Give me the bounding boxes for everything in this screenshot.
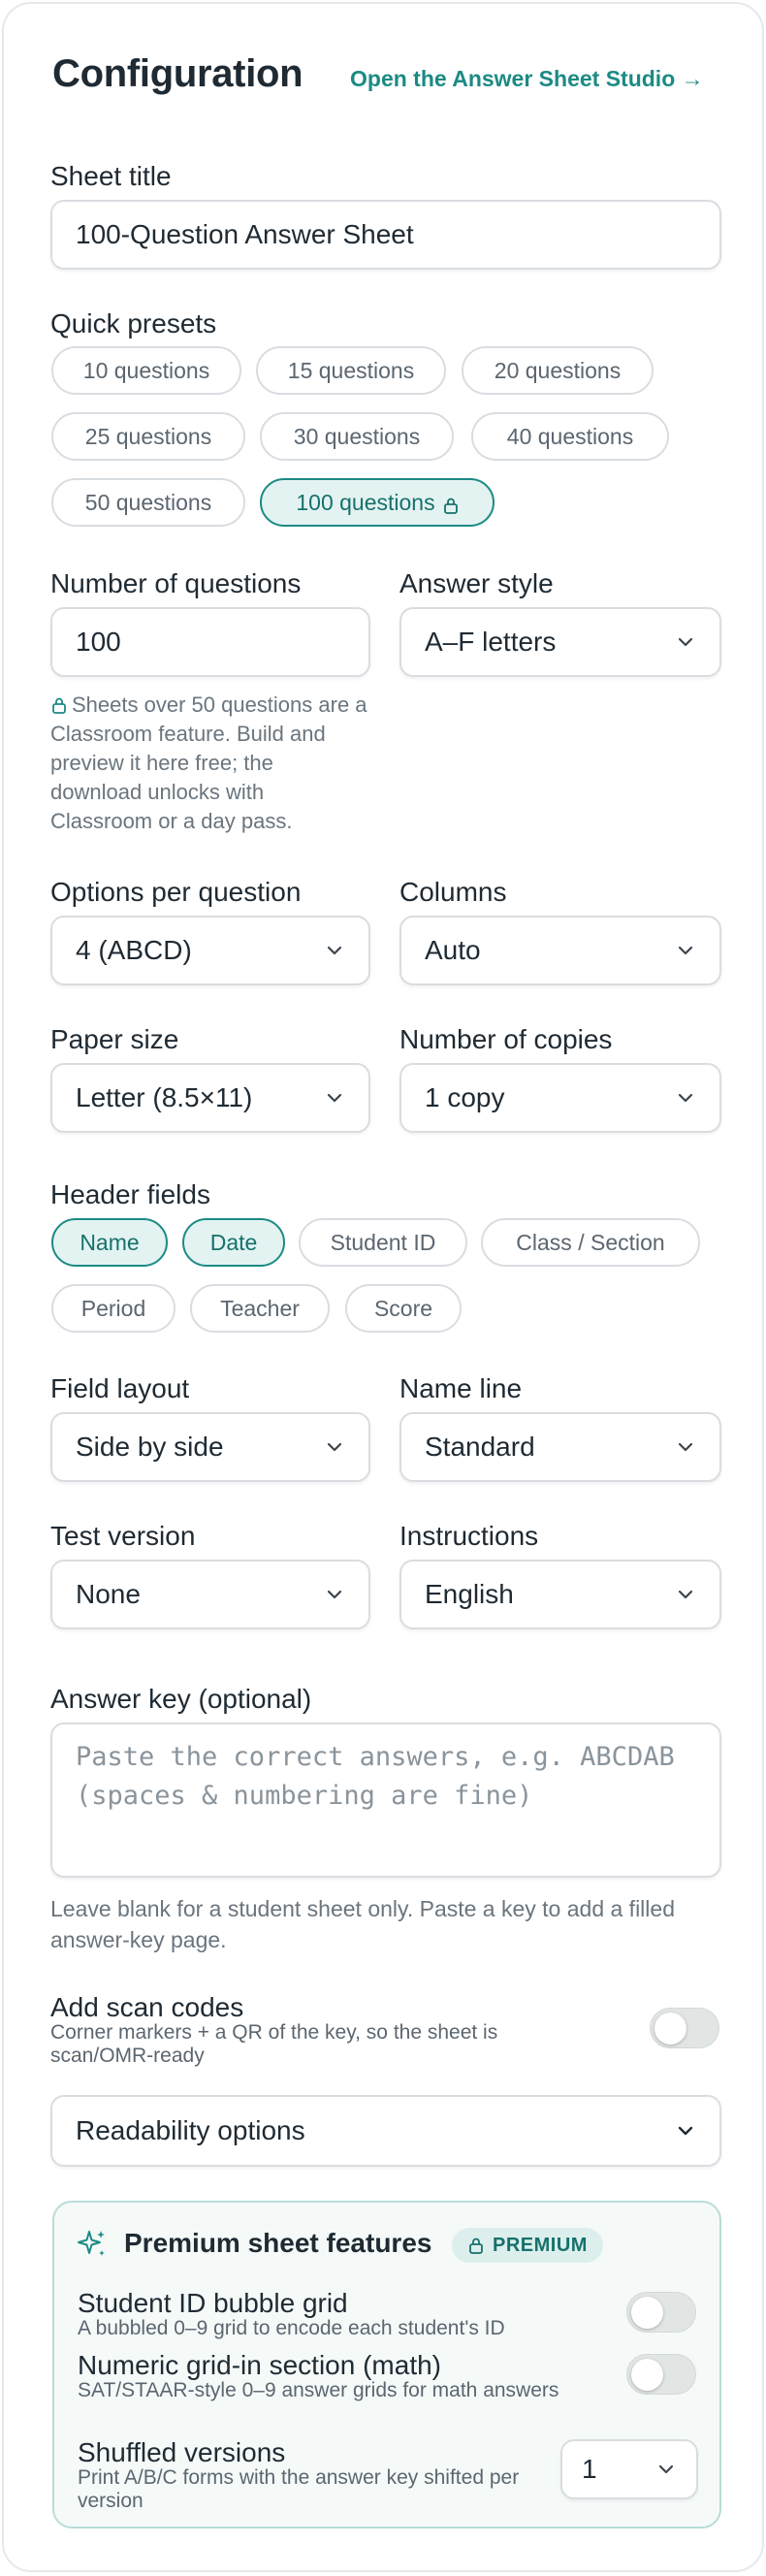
student-id-grid-desc: A bubbled 0–9 grid to encode each studen… <box>78 2317 505 2339</box>
scan-codes-title: Add scan codes <box>50 1992 244 2022</box>
lock-icon <box>467 2237 485 2254</box>
header-field-period[interactable]: Period <box>51 1284 176 1333</box>
instructions-select[interactable]: English <box>399 1560 721 1629</box>
student-id-grid-toggle[interactable] <box>626 2292 696 2333</box>
scan-codes-desc: Corner markers + a QR of the key, so the… <box>50 2021 498 2067</box>
chevron-down-icon <box>675 940 696 961</box>
chevron-down-icon <box>675 631 696 653</box>
toggle-knob <box>631 2359 663 2391</box>
premium-badge: PREMIUM <box>452 2228 603 2263</box>
header-field-score[interactable]: Score <box>345 1284 462 1333</box>
paper-size-label: Paper size <box>50 1024 179 1054</box>
chevron-down-icon <box>675 2120 696 2141</box>
header-field-class-section[interactable]: Class / Section <box>481 1218 700 1267</box>
questions-value: 100 <box>76 627 121 657</box>
lock-icon <box>50 692 68 714</box>
test-version-label: Test version <box>50 1521 196 1551</box>
instructions-label: Instructions <box>399 1521 539 1551</box>
answer-style-select[interactable]: A–F letters <box>399 607 721 677</box>
open-studio-link[interactable]: Open the Answer Sheet Studio → <box>350 66 704 92</box>
chevron-down-icon <box>675 1436 696 1458</box>
test-version-select[interactable]: None <box>50 1560 370 1629</box>
premium-features-panel: Premium sheet features PREMIUM Student I… <box>52 2201 721 2528</box>
preset-40-questions[interactable]: 40 questions <box>471 412 669 461</box>
preset-25-questions[interactable]: 25 questions <box>51 412 245 461</box>
header-field-student-id[interactable]: Student ID <box>299 1218 467 1267</box>
numeric-grid-in-title: Numeric grid-in section (math) <box>78 2350 441 2380</box>
answer-style-label: Answer style <box>399 568 554 598</box>
preset-30-questions[interactable]: 30 questions <box>260 412 454 461</box>
options-per-question-select[interactable]: 4 (ABCD) <box>50 916 370 985</box>
copies-label: Number of copies <box>399 1024 613 1054</box>
questions-label: Number of questions <box>50 568 302 598</box>
options-per-question-label: Options per question <box>50 877 302 907</box>
name-line-select[interactable]: Standard <box>399 1412 721 1482</box>
answer-key-note: Leave blank for a student sheet only. Pa… <box>50 1896 675 1952</box>
header-field-teacher[interactable]: Teacher <box>190 1284 330 1333</box>
shuffled-versions-select[interactable]: 1 <box>560 2439 698 2499</box>
chevron-down-icon <box>675 1584 696 1605</box>
configuration-card: Configuration Open the Answer Sheet Stud… <box>2 2 764 2572</box>
preset-20-questions[interactable]: 20 questions <box>462 346 654 395</box>
numeric-grid-in-desc: SAT/STAAR-style 0–9 answer grids for mat… <box>78 2379 559 2401</box>
columns-select[interactable]: Auto <box>399 916 721 985</box>
numeric-grid-in-toggle[interactable] <box>626 2354 696 2395</box>
header-fields-label: Header fields <box>50 1179 210 1209</box>
lock-icon <box>443 494 459 514</box>
chevron-down-icon <box>655 2459 677 2480</box>
questions-input[interactable]: 100 <box>50 607 370 677</box>
field-layout-label: Field layout <box>50 1373 190 1403</box>
chevron-down-icon <box>675 1087 696 1109</box>
page-title: Configuration <box>52 52 303 95</box>
sheet-title-input[interactable]: 100-Question Answer Sheet <box>50 200 721 270</box>
header-field-date[interactable]: Date <box>182 1218 285 1267</box>
answer-key-textarea[interactable] <box>50 1723 721 1878</box>
preset-100-questions[interactable]: 100 questions <box>260 478 495 527</box>
readability-options-toggle[interactable]: Readability options <box>50 2095 721 2167</box>
chevron-down-icon <box>324 1584 345 1605</box>
sheet-title-label: Sheet title <box>50 161 172 191</box>
copies-select[interactable]: 1 copy <box>399 1063 721 1133</box>
preset-50-questions[interactable]: 50 questions <box>51 478 245 527</box>
sparkle-icon <box>76 2228 109 2261</box>
preset-15-questions[interactable]: 15 questions <box>256 346 446 395</box>
name-line-label: Name line <box>399 1373 523 1403</box>
shuffled-versions-title: Shuffled versions <box>78 2437 286 2467</box>
toggle-knob <box>631 2297 663 2329</box>
toggle-knob <box>654 2012 686 2045</box>
preset-10-questions[interactable]: 10 questions <box>51 346 241 395</box>
columns-label: Columns <box>399 877 507 907</box>
quick-presets-label: Quick presets <box>50 308 217 338</box>
paper-size-select[interactable]: Letter (8.5×11) <box>50 1063 370 1133</box>
sheet-title-value: 100-Question Answer Sheet <box>76 219 414 249</box>
questions-note: Sheets over 50 questions are a Classroom… <box>50 692 367 833</box>
chevron-down-icon <box>324 940 345 961</box>
header-field-name[interactable]: Name <box>51 1218 168 1267</box>
chevron-down-icon <box>324 1087 345 1109</box>
chevron-down-icon <box>324 1436 345 1458</box>
answer-key-label: Answer key (optional) <box>50 1684 312 1714</box>
student-id-grid-title: Student ID bubble grid <box>78 2288 348 2318</box>
shuffled-versions-desc: Print A/B/C forms with the answer key sh… <box>78 2466 520 2512</box>
scan-codes-toggle[interactable] <box>650 2008 719 2048</box>
premium-title: Premium sheet features <box>124 2228 432 2258</box>
field-layout-select[interactable]: Side by side <box>50 1412 370 1482</box>
